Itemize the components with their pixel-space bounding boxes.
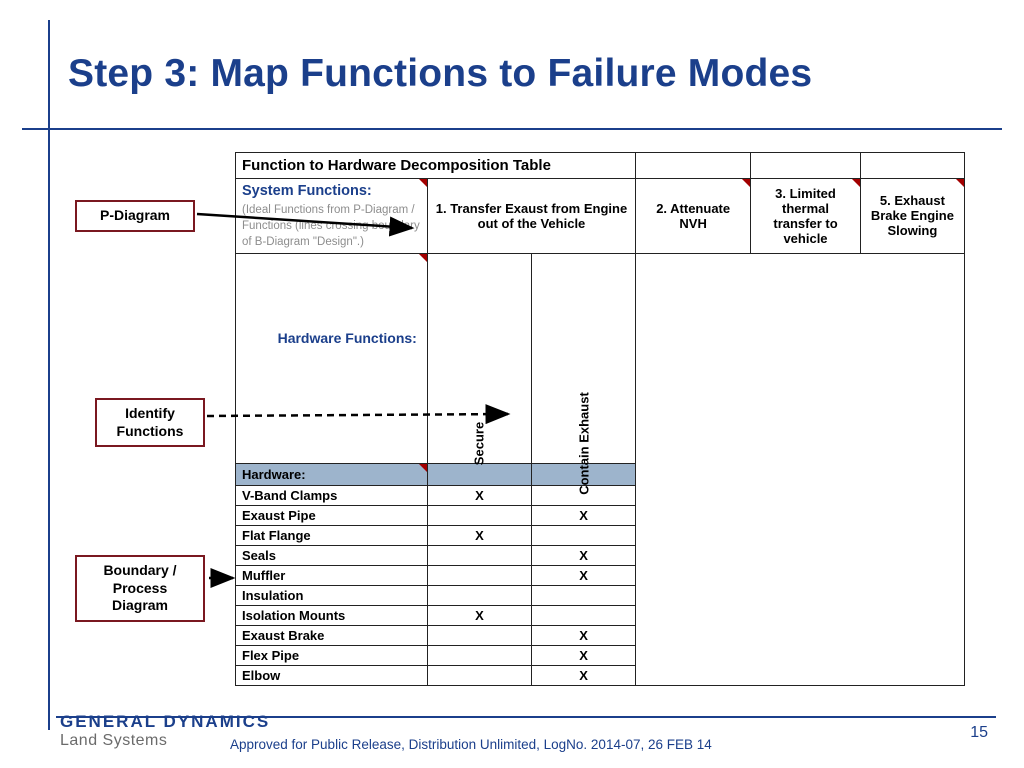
hw-c2 bbox=[531, 605, 635, 625]
blank-cell bbox=[636, 153, 751, 179]
blank-cell bbox=[860, 153, 964, 179]
logo-top: GENERAL DYNAMICS bbox=[60, 712, 270, 732]
hw-name: Seals bbox=[236, 545, 428, 565]
comment-indicator-icon bbox=[419, 254, 427, 262]
hw-c2: X bbox=[531, 665, 635, 685]
callout-identify-functions: Identify Functions bbox=[95, 398, 205, 447]
sys-func-1: 1. Transfer Exaust from Engine out of th… bbox=[427, 179, 635, 254]
callout-boundary-diagram: Boundary / Process Diagram bbox=[75, 555, 205, 622]
hw-c1 bbox=[427, 585, 531, 605]
hw-c1 bbox=[427, 665, 531, 685]
page-number: 15 bbox=[970, 724, 988, 742]
comment-indicator-icon bbox=[852, 179, 860, 187]
hw-name: Muffler bbox=[236, 565, 428, 585]
blank-cell bbox=[751, 153, 861, 179]
hw-c1: X bbox=[427, 485, 531, 505]
release-statement: Approved for Public Release, Distributio… bbox=[230, 737, 712, 752]
hw-c1 bbox=[427, 645, 531, 665]
system-functions-label: System Functions: bbox=[242, 183, 372, 199]
hw-c1 bbox=[427, 625, 531, 645]
hardware-functions-label: Hardware Functions: bbox=[246, 330, 417, 346]
hw-c2: X bbox=[531, 505, 635, 525]
hw-c2: X bbox=[531, 645, 635, 665]
hw-name: Isolation Mounts bbox=[236, 605, 428, 625]
hw-name: Exaust Pipe bbox=[236, 505, 428, 525]
blank-area bbox=[636, 253, 965, 685]
hardware-functions-row: Hardware Functions: Secure Contain Exhau… bbox=[236, 253, 965, 463]
hw-c1: X bbox=[427, 605, 531, 625]
comment-indicator-icon bbox=[956, 179, 964, 187]
system-functions-row: System Functions: (Ideal Functions from … bbox=[236, 179, 965, 254]
hw-c2: X bbox=[531, 625, 635, 645]
rule-vertical bbox=[48, 20, 50, 730]
hw-name: Exaust Brake bbox=[236, 625, 428, 645]
system-functions-label-cell: System Functions: (Ideal Functions from … bbox=[236, 179, 428, 254]
hardware-header: Hardware: bbox=[236, 463, 428, 485]
sys-func-3: 3. Limited thermal transfer to vehicle bbox=[751, 179, 861, 254]
hw-name: Flex Pipe bbox=[236, 645, 428, 665]
hw-c1 bbox=[427, 565, 531, 585]
slide: Step 3: Map Functions to Failure Modes P… bbox=[0, 0, 1024, 768]
hw-name: Elbow bbox=[236, 665, 428, 685]
comment-indicator-icon bbox=[419, 179, 427, 187]
sys-func-5: 5. Exhaust Brake Engine Slowing bbox=[860, 179, 964, 254]
hw-name: Insulation bbox=[236, 585, 428, 605]
rule-horizontal bbox=[22, 128, 1002, 130]
system-functions-note: (Ideal Functions from P-Diagram / Functi… bbox=[242, 204, 420, 248]
hw-c2: X bbox=[531, 545, 635, 565]
table-header-row: Function to Hardware Decomposition Table bbox=[236, 153, 965, 179]
hardware-functions-label-cell: Hardware Functions: bbox=[236, 253, 428, 463]
hw-c1: X bbox=[427, 525, 531, 545]
hw-c2 bbox=[531, 585, 635, 605]
hw-func-col-contain: Contain Exhaust bbox=[531, 253, 635, 463]
hw-c1 bbox=[427, 505, 531, 525]
hw-func-col-secure: Secure bbox=[427, 253, 531, 463]
comment-indicator-icon bbox=[742, 179, 750, 187]
callout-p-diagram: P-Diagram bbox=[75, 200, 195, 232]
decomposition-table: Function to Hardware Decomposition Table… bbox=[235, 152, 965, 686]
hw-name: Flat Flange bbox=[236, 525, 428, 545]
comment-indicator-icon bbox=[419, 464, 427, 472]
page-title: Step 3: Map Functions to Failure Modes bbox=[68, 52, 812, 96]
sys-func-2: 2. Attenuate NVH bbox=[636, 179, 751, 254]
hw-name: V-Band Clamps bbox=[236, 485, 428, 505]
hardware-header-blank bbox=[427, 463, 531, 485]
hw-c2: X bbox=[531, 565, 635, 585]
table: Function to Hardware Decomposition Table… bbox=[235, 152, 965, 686]
table-title: Function to Hardware Decomposition Table bbox=[236, 153, 636, 179]
hw-c2 bbox=[531, 525, 635, 545]
hw-c1 bbox=[427, 545, 531, 565]
